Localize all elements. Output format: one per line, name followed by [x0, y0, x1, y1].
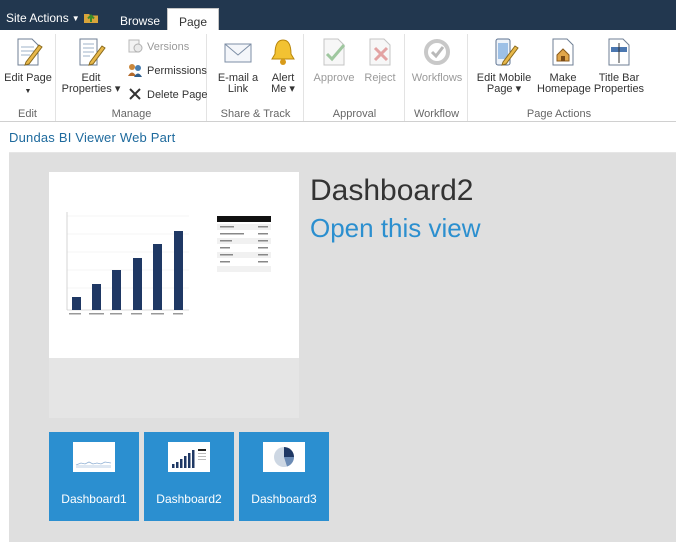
group-label-approval: Approval	[332, 108, 377, 120]
delete-page-label: Delete Page	[147, 89, 208, 101]
site-actions-label: Site Actions	[6, 11, 69, 25]
dashboard-thumbnail	[66, 212, 271, 315]
dashboard3-thumbnail	[263, 442, 305, 472]
chevron-down-icon: ▼	[24, 88, 32, 95]
versions-button[interactable]: Versions	[127, 38, 189, 54]
alert-me-button[interactable]: Alert Me ▾	[264, 36, 302, 95]
workflows-label: Workflows	[411, 72, 463, 84]
homepage-icon	[552, 38, 574, 66]
bar-chart-icon	[172, 449, 206, 468]
alert-me-label-2: Me ▾	[271, 83, 295, 95]
email-link-label-2: Link	[227, 83, 249, 95]
title-bar-properties-button[interactable]: Title Bar Properties	[591, 36, 647, 95]
site-actions-menu[interactable]: Site Actions ▼	[6, 11, 80, 25]
title-bar-icon	[608, 38, 630, 66]
ribbon-group-approval: Approve Reject Approval	[305, 34, 405, 121]
reject-icon	[369, 38, 391, 66]
edit-properties-label-2: Properties ▾	[61, 83, 121, 95]
workflows-icon	[424, 39, 450, 65]
top-bar: Site Actions ▼ Browse Page	[0, 0, 676, 32]
reject-button[interactable]: Reject	[359, 36, 401, 84]
tile-dashboard2[interactable]: Dashboard2	[144, 432, 234, 521]
dashboard2-thumbnail	[168, 442, 210, 472]
envelope-icon	[224, 43, 252, 63]
group-label-workflow: Workflow	[413, 108, 460, 120]
tab-page[interactable]: Page	[167, 8, 220, 32]
line-chart-icon	[75, 461, 112, 468]
pie-chart-icon	[274, 447, 294, 467]
tile-label: Dashboard1	[61, 492, 127, 506]
approve-label: Approve	[313, 72, 355, 84]
navigate-up-icon[interactable]	[83, 10, 99, 24]
bell-icon	[271, 39, 295, 65]
tile-label: Dashboard3	[251, 492, 317, 506]
edit-page-icon	[17, 38, 43, 66]
delete-page-button[interactable]: Delete Page	[127, 86, 208, 102]
ribbon-group-share: E-mail a Link Alert Me ▾ Share & Track	[208, 34, 304, 121]
ribbon-group-page-actions: Edit Mobile Page ▾ Make Homepage Title B…	[469, 34, 649, 121]
versions-icon	[128, 39, 143, 53]
tile-label: Dashboard2	[156, 492, 222, 506]
email-link-button[interactable]: E-mail a Link	[214, 36, 262, 95]
dashboard-title: Dashboard2	[310, 174, 474, 207]
ribbon: Edit Page ▼ Edit Edit Properties ▾ Versi…	[0, 30, 676, 122]
permissions-label: Permissions	[147, 65, 207, 77]
title-bar-label-2: Properties	[593, 83, 645, 95]
edit-mobile-label-2: Page ▾	[486, 83, 522, 95]
web-part-title: Dundas BI Viewer Web Part	[9, 130, 176, 145]
caret-down-icon: ▼	[71, 14, 80, 23]
group-label-edit: Edit	[18, 108, 37, 120]
dashboard1-thumbnail	[73, 442, 115, 472]
make-homepage-button[interactable]: Make Homepage	[537, 36, 591, 95]
make-homepage-label-2: Homepage	[537, 83, 591, 95]
tile-dashboard3[interactable]: Dashboard3	[239, 432, 329, 521]
preview-shadow	[49, 358, 299, 418]
group-label-page-actions: Page Actions	[526, 108, 592, 120]
delete-icon	[129, 88, 141, 100]
ribbon-group-edit: Edit Page ▼ Edit	[0, 34, 56, 121]
permissions-icon	[128, 64, 142, 77]
dashboard-preview[interactable]	[49, 172, 299, 358]
ribbon-group-workflow: Workflows Workflow	[406, 34, 468, 121]
approve-button[interactable]: Approve	[311, 36, 357, 84]
reject-label: Reject	[364, 72, 396, 84]
approve-icon	[323, 38, 346, 66]
ribbon-group-manage: Edit Properties ▾ Versions Permissions D…	[57, 34, 208, 121]
mobile-page-icon	[495, 38, 519, 66]
edit-mobile-page-button[interactable]: Edit Mobile Page ▾	[473, 36, 535, 95]
group-label-manage: Manage	[111, 108, 152, 120]
tab-browse[interactable]: Browse	[109, 11, 171, 30]
versions-label: Versions	[147, 41, 190, 53]
group-label-share: Share & Track	[220, 108, 291, 120]
tile-dashboard1[interactable]: Dashboard1	[49, 432, 139, 521]
edit-properties-icon	[79, 38, 106, 66]
edit-page-label: Edit Page	[4, 72, 52, 84]
edit-page-button[interactable]: Edit Page ▼	[4, 36, 52, 97]
open-view-link[interactable]: Open this view	[310, 213, 481, 244]
permissions-button[interactable]: Permissions	[127, 62, 207, 78]
edit-properties-button[interactable]: Edit Properties ▾	[61, 36, 121, 95]
workflows-button[interactable]: Workflows	[410, 36, 464, 84]
